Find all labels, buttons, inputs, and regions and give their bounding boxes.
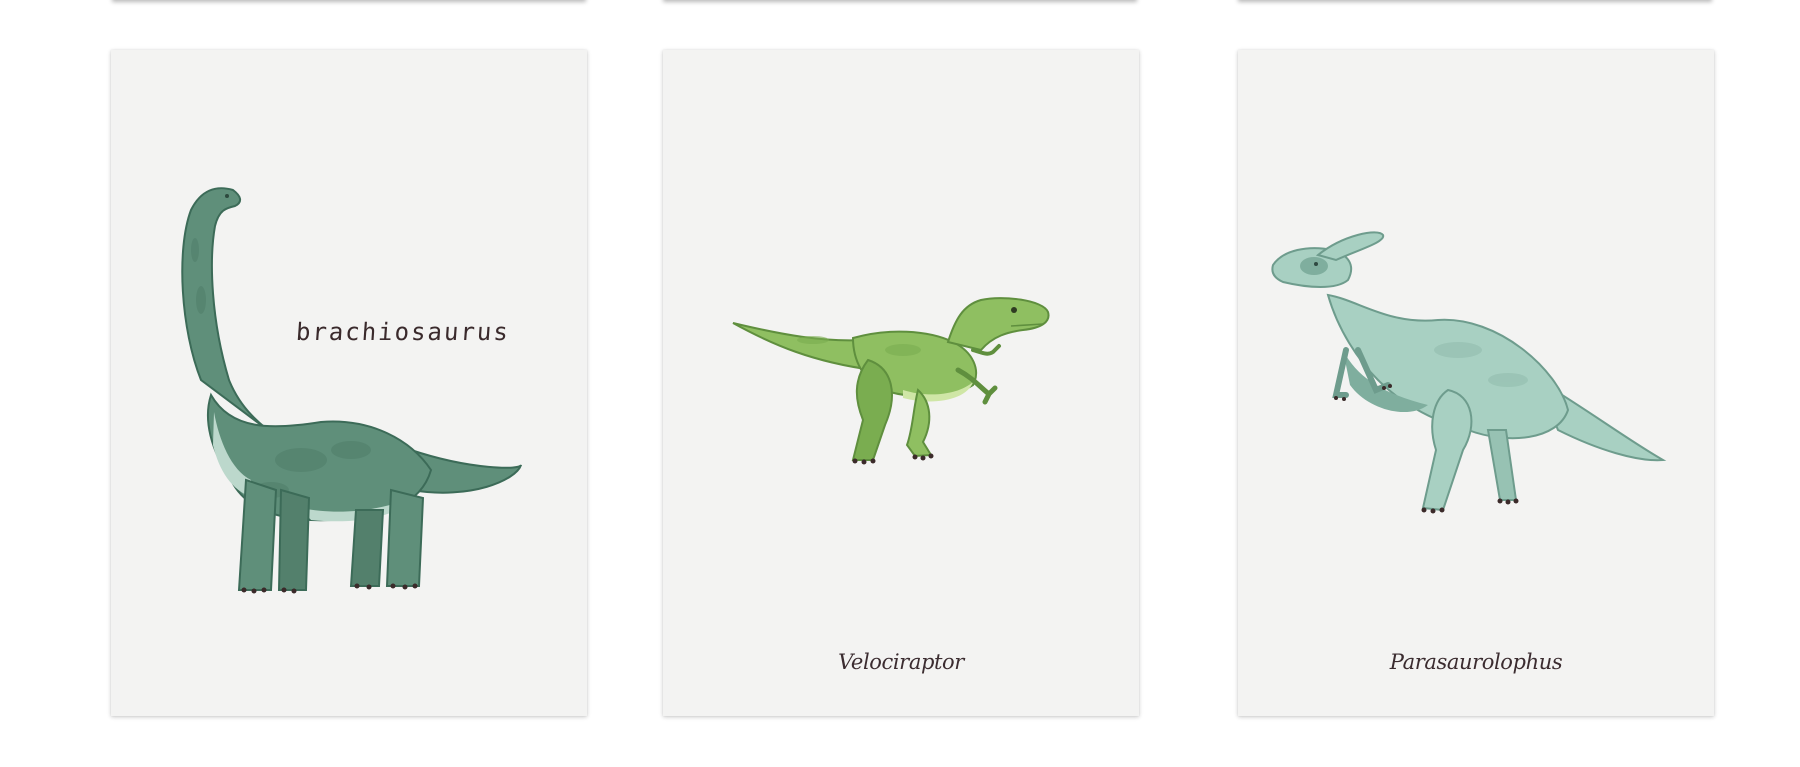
parasaurolophus-illustration <box>1271 231 1667 514</box>
brachiosaurus-illustration <box>181 187 522 594</box>
card-brachiosaurus[interactable]: brachiosaurus <box>111 50 587 716</box>
dinosaur-label: brachiosaurus <box>295 318 511 346</box>
velociraptor-illustration <box>732 297 1050 465</box>
dinosaur-label: Velociraptor <box>838 650 964 674</box>
card-parasaurolophus[interactable]: Parasaurolophus <box>1238 50 1714 716</box>
card-velociraptor[interactable]: Velociraptor <box>663 50 1139 716</box>
dinosaur-label: Parasaurolophus <box>1389 650 1563 674</box>
